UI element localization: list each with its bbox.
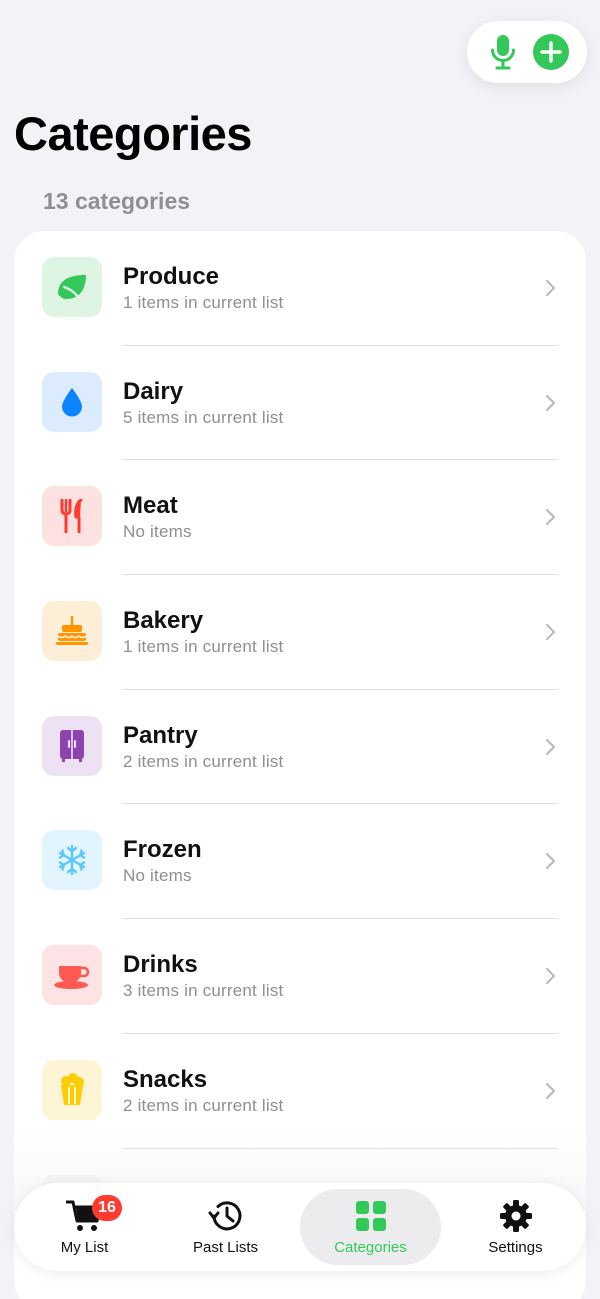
category-row-frozen[interactable]: Frozen No items bbox=[14, 804, 586, 920]
cart-count-badge: 16 bbox=[92, 1195, 122, 1221]
chevron-right-icon bbox=[546, 1082, 555, 1099]
category-row-snacks[interactable]: Snacks 2 items in current list bbox=[14, 1034, 586, 1149]
tab-label: Past Lists bbox=[192, 1239, 259, 1256]
fork-knife-icon bbox=[60, 499, 83, 534]
category-item-count: No items bbox=[123, 522, 192, 542]
category-item-count: 2 items in current list bbox=[123, 1095, 284, 1115]
grid-icon bbox=[355, 1201, 386, 1231]
category-name: Snacks bbox=[123, 1065, 208, 1093]
snowflake-icon bbox=[58, 845, 86, 876]
microphone-icon bbox=[491, 35, 515, 70]
category-row-produce[interactable]: Produce 1 items in current list bbox=[14, 231, 586, 346]
category-name: Meat bbox=[123, 492, 178, 520]
category-item-count: 2 items in current list bbox=[123, 751, 284, 771]
history-icon bbox=[208, 1201, 241, 1231]
category-item-count: 1 items in current list bbox=[123, 293, 284, 312]
gear-icon bbox=[499, 1200, 532, 1232]
category-item-count: 1 items in current list bbox=[123, 637, 284, 657]
add-item-button[interactable] bbox=[532, 33, 570, 71]
category-icon-box bbox=[42, 1059, 102, 1120]
tab-my-list[interactable]: My List 16 bbox=[14, 1189, 155, 1265]
category-name: Pantry bbox=[123, 721, 198, 749]
popcorn-icon bbox=[61, 1072, 84, 1105]
category-count: 13 categories bbox=[43, 188, 191, 214]
drop-icon bbox=[62, 387, 82, 417]
category-name: Drinks bbox=[123, 951, 198, 979]
category-icon-box bbox=[42, 601, 102, 662]
chevron-right-icon bbox=[546, 738, 555, 755]
page-title: Categories bbox=[14, 107, 252, 160]
category-row-drinks[interactable]: Drinks 3 items in current list bbox=[14, 919, 586, 1034]
chevron-right-icon bbox=[546, 853, 555, 870]
category-row-meat[interactable]: Meat No items bbox=[14, 460, 586, 576]
category-list: Produce 1 items in current list Dairy 5 … bbox=[14, 231, 586, 1299]
chevron-right-icon bbox=[546, 509, 555, 526]
cabinet-icon bbox=[60, 729, 84, 762]
plus-circle-icon bbox=[533, 34, 569, 70]
leaf-icon bbox=[58, 275, 86, 302]
categories-screen: Categories 13 categories Produce 1 items… bbox=[0, 0, 600, 1299]
category-name: Bakery bbox=[123, 607, 204, 635]
chevron-right-icon bbox=[546, 280, 555, 296]
category-row-pantry[interactable]: Pantry 2 items in current list bbox=[14, 690, 586, 805]
category-icon-box bbox=[42, 945, 102, 1006]
tab-settings[interactable]: Settings bbox=[445, 1189, 586, 1265]
cake-icon bbox=[56, 615, 88, 646]
category-row-dairy[interactable]: Dairy 5 items in current list bbox=[14, 346, 586, 461]
tab-categories[interactable]: Categories bbox=[300, 1189, 441, 1265]
category-name: Dairy bbox=[123, 377, 184, 405]
action-pill bbox=[467, 21, 587, 83]
chevron-right-icon bbox=[546, 394, 555, 411]
category-item-count: 3 items in current list bbox=[123, 981, 284, 1001]
category-icon-box bbox=[42, 371, 102, 432]
category-icon-box bbox=[42, 257, 102, 317]
tab-past-lists[interactable]: Past Lists bbox=[155, 1189, 296, 1265]
category-icon-box bbox=[42, 715, 102, 776]
chevron-right-icon bbox=[546, 968, 555, 985]
category-icon-box bbox=[42, 486, 102, 547]
tab-label: Categories bbox=[334, 1239, 407, 1256]
category-row-bakery[interactable]: Bakery 1 items in current list bbox=[14, 575, 586, 690]
tab-label: Settings bbox=[488, 1239, 543, 1256]
category-item-count: No items bbox=[123, 866, 192, 886]
cup-icon bbox=[54, 966, 90, 990]
voice-input-button[interactable] bbox=[484, 33, 522, 71]
tab-bar: My List 16 Past Lists Categories Setting… bbox=[14, 1183, 586, 1271]
category-item-count: 5 items in current list bbox=[123, 407, 284, 427]
tab-label: My List bbox=[60, 1239, 109, 1256]
category-name: Frozen bbox=[123, 836, 202, 864]
category-icon-box bbox=[42, 830, 102, 891]
category-name: Produce bbox=[123, 263, 220, 290]
chevron-right-icon bbox=[546, 624, 555, 641]
